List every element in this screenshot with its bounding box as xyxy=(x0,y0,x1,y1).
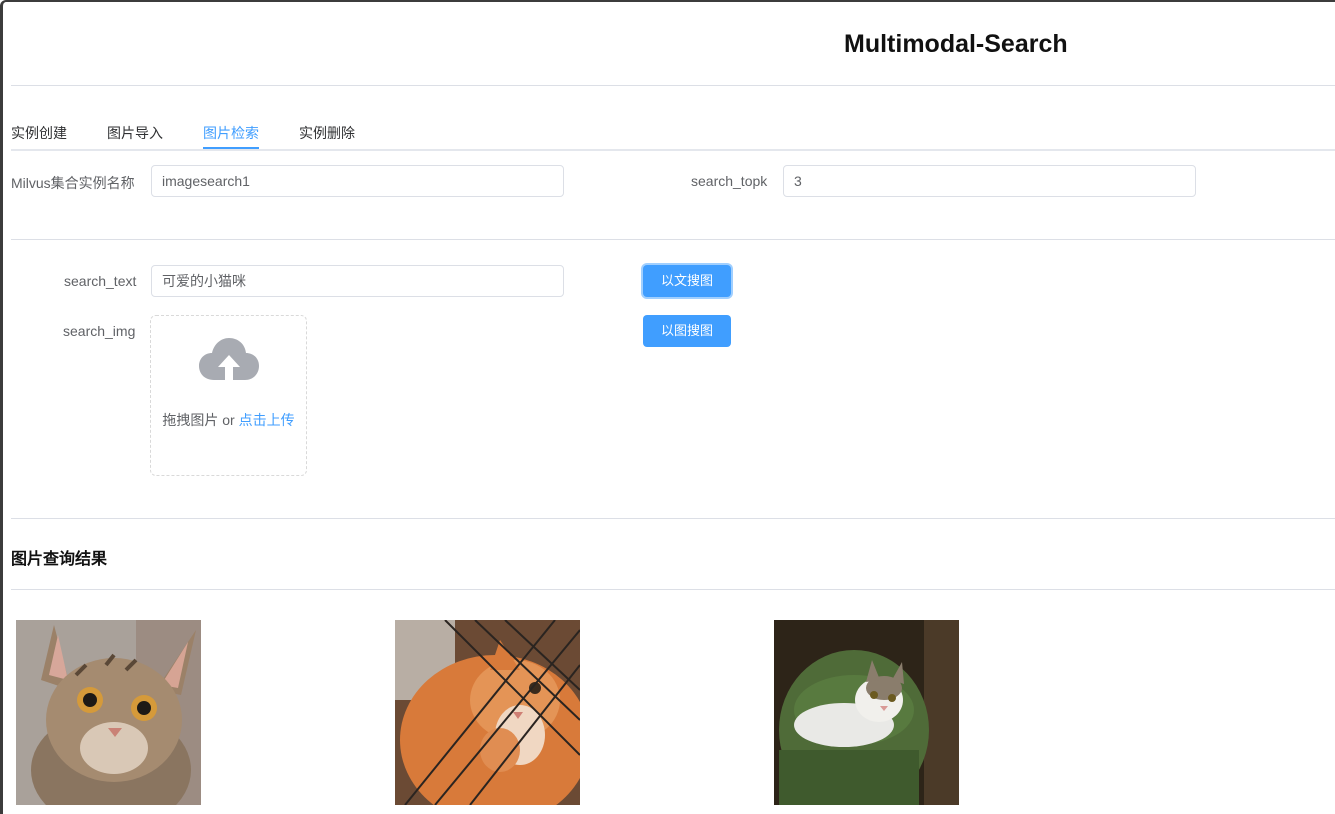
tabby-kitten-image xyxy=(16,620,201,805)
click-upload-link[interactable]: 点击上传 xyxy=(239,412,295,428)
search-text-input[interactable]: 可爱的小猫咪 xyxy=(151,265,564,297)
image-upload-dropzone[interactable]: 拖拽图片 or 点击上传 xyxy=(150,315,307,476)
cloud-upload-icon xyxy=(199,338,259,382)
tab-image-search[interactable]: 图片检索 xyxy=(203,123,259,143)
text-search-button[interactable]: 以文搜图 xyxy=(643,265,731,297)
white-cat-on-green-blanket-image xyxy=(774,620,959,805)
app-title: Multimodal-Search xyxy=(844,30,1068,58)
results-top-divider xyxy=(11,518,1335,519)
result-image-3 xyxy=(774,620,959,805)
active-tab-indicator xyxy=(203,147,259,149)
search-topk-label: search_topk xyxy=(691,173,768,189)
form-divider xyxy=(11,239,1335,240)
collection-name-label: Milvus集合实例名称 xyxy=(11,175,135,191)
orange-cat-image xyxy=(395,620,580,805)
image-search-button[interactable]: 以图搜图 xyxy=(643,315,731,347)
results-title: 图片查询结果 xyxy=(11,551,108,568)
results-divider xyxy=(11,589,1335,590)
upload-hint-text: 拖拽图片 or xyxy=(162,412,239,428)
tab-image-import[interactable]: 图片导入 xyxy=(107,123,163,143)
result-image-1 xyxy=(16,620,201,805)
search-topk-input[interactable]: 3 xyxy=(783,165,1196,197)
tab-instance-create[interactable]: 实例创建 xyxy=(11,123,67,143)
search-img-label: search_img xyxy=(63,323,136,339)
result-image-2 xyxy=(395,620,580,805)
search-text-label: search_text xyxy=(64,273,137,289)
header-divider xyxy=(11,85,1335,86)
collection-name-input[interactable]: imagesearch1 xyxy=(151,165,564,197)
tab-instance-delete[interactable]: 实例删除 xyxy=(299,123,355,143)
upload-hint: 拖拽图片 or 点击上传 xyxy=(151,410,306,430)
tab-bar-line xyxy=(11,149,1335,151)
